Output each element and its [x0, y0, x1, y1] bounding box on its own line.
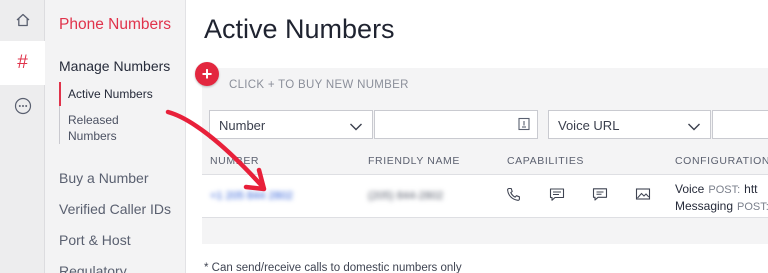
sidebar-item-manage-numbers[interactable]: Manage Numbers [59, 58, 170, 74]
more-rail-button[interactable] [0, 86, 45, 130]
filter-field-select[interactable]: Number [209, 110, 373, 139]
calendar-icon[interactable] [518, 117, 530, 136]
voice-config-line: Voice POST: htt [675, 181, 768, 198]
friendly-name: (205) 844-2802 [368, 190, 444, 202]
voice-icon [505, 186, 521, 202]
more-icon [14, 97, 32, 120]
home-icon [15, 12, 31, 33]
phone-number-link[interactable]: +1 205 844 2802 [210, 190, 293, 202]
sidebar-item-port-host[interactable]: Port & Host [59, 232, 131, 248]
column-header-friendly-name[interactable]: FRIENDLY NAME [368, 155, 460, 167]
buy-number-hint: CLICK + TO BUY NEW NUMBER [229, 79, 409, 91]
messaging-config-method: POST: [737, 201, 768, 213]
filter-value-input[interactable] [374, 110, 538, 139]
hash-icon: # [17, 52, 28, 73]
column-header-configuration: CONFIGURATION [675, 155, 768, 167]
column-header-number[interactable]: NUMBER [210, 155, 259, 167]
filter-config-select[interactable]: Voice URL [548, 110, 711, 139]
sidebar-item-released-numbers[interactable]: Released Numbers [60, 112, 130, 144]
sidebar-title[interactable]: Phone Numbers [59, 16, 171, 34]
column-header-capabilities: CAPABILITIES [507, 155, 585, 167]
sidebar-item-buy-a-number[interactable]: Buy a Number [59, 170, 148, 186]
filter-field-label: Number [219, 118, 266, 133]
voice-config-url[interactable]: htt [744, 182, 757, 196]
mms-icon [592, 186, 608, 202]
icon-rail: # [0, 0, 46, 273]
chevron-down-icon [349, 119, 363, 137]
sidebar-item-verified-caller-ids[interactable]: Verified Caller IDs [59, 201, 171, 217]
sidebar-subnav: Active Numbers Released Numbers [59, 82, 179, 144]
messaging-config-label: Messaging [675, 199, 734, 213]
chevron-down-icon [687, 119, 701, 137]
app-window: # Phone Numbers Manage Numbers Active Nu… [0, 0, 768, 273]
configuration-cell: Voice POST: htt Messaging POST: [675, 181, 768, 215]
home-rail-button[interactable] [0, 0, 45, 44]
messaging-config-line: Messaging POST: [675, 198, 768, 215]
voice-config-method: POST: [708, 184, 741, 196]
add-number-button[interactable]: + [195, 62, 219, 86]
sidebar-item-regulatory[interactable]: Regulatory [59, 263, 127, 273]
sms-icon [549, 186, 565, 202]
capability-footnote: * Can send/receive calls to domestic num… [204, 262, 462, 273]
sidebar: Phone Numbers Manage Numbers Active Numb… [45, 0, 186, 273]
filter-config-label: Voice URL [558, 118, 620, 133]
phone-numbers-rail-button[interactable]: # [0, 41, 46, 85]
filter-config-input[interactable] [712, 110, 768, 139]
sidebar-item-active-numbers[interactable]: Active Numbers [59, 82, 179, 106]
page-title: Active Numbers [204, 14, 395, 44]
fax-icon [635, 186, 651, 202]
voice-config-label: Voice [675, 182, 705, 196]
table-divider [202, 217, 768, 218]
